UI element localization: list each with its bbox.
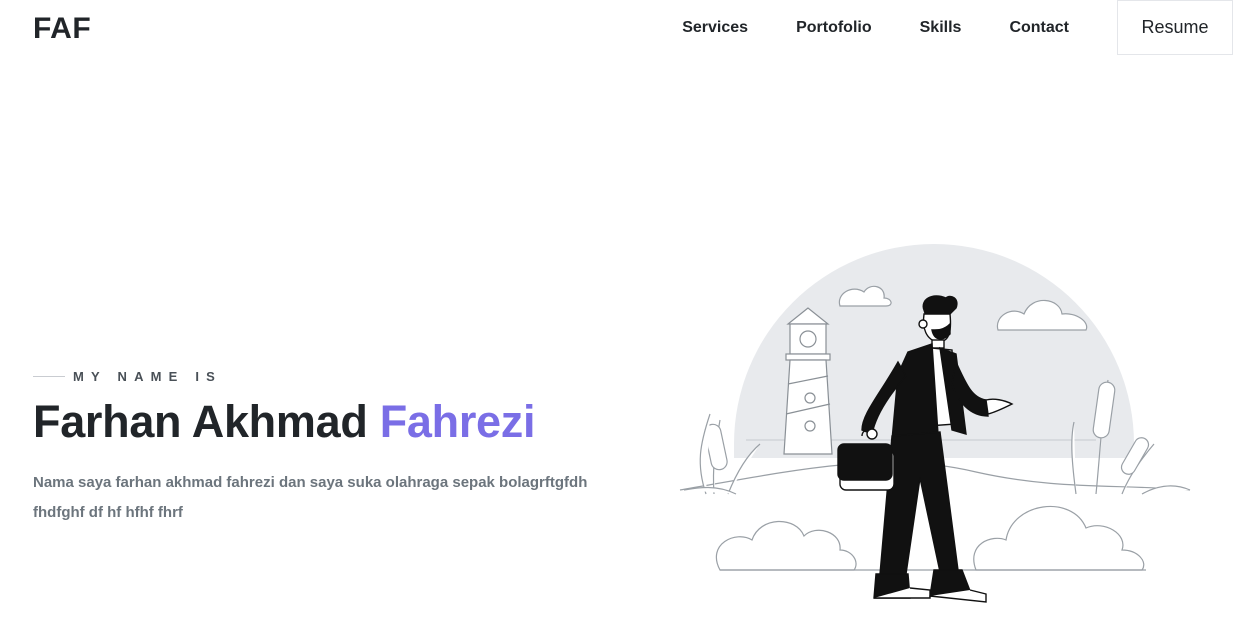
hero-name-first: Farhan Akhmad	[33, 396, 368, 447]
lighthouse-icon	[783, 307, 833, 455]
kicker-text: MY NAME IS	[73, 369, 223, 384]
hero-kicker: MY NAME IS	[33, 369, 222, 384]
kicker-divider	[33, 376, 65, 377]
brand-logo[interactable]: FAF	[33, 12, 91, 46]
nav-skills[interactable]: Skills	[920, 19, 962, 37]
hero-description: Nama saya farhan akhmad fahrezi dan saya…	[33, 474, 588, 521]
resume-button[interactable]: Resume	[1117, 0, 1233, 55]
nav-portofolio[interactable]: Portofolio	[796, 19, 872, 37]
man-with-briefcase-illustration	[679, 244, 1191, 603]
nav-contact[interactable]: Contact	[1009, 19, 1069, 37]
hero-name-accent: Fahrezi	[379, 396, 536, 447]
main-nav: Services Portofolio Skills Contact Resum…	[682, 0, 1233, 55]
hero-title: Farhan Akhmad Fahrezi	[33, 396, 535, 448]
nav-services[interactable]: Services	[682, 19, 748, 37]
